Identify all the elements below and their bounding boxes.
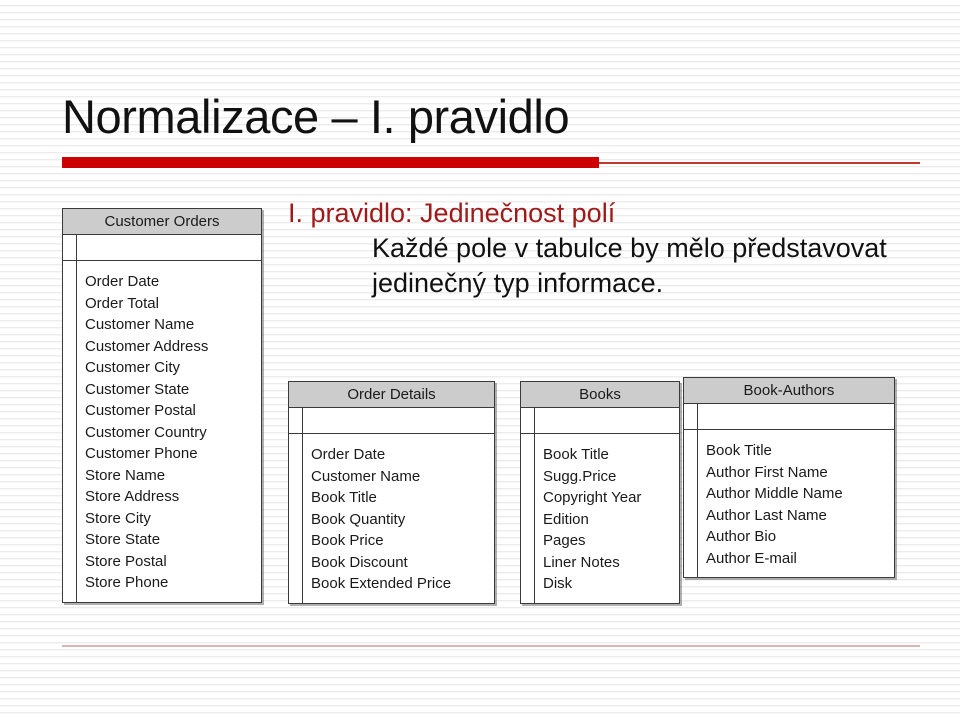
er-table-body: Book Title Sugg.Price Copyright Year Editio… [521,408,679,603]
page-title: Normalizace – I. pravidlo [62,90,570,143]
er-field: Author First Name [706,463,828,481]
er-key-row [303,408,494,434]
er-table-books: Books Book Title Sugg.Price Copyright Year… [520,381,680,604]
er-field: Edition [543,510,589,528]
rule-heading: I. pravidlo: Jedinečnost polí [288,198,616,228]
er-table-body: Order Date Order Total Customer Name Custom… [63,235,261,602]
er-field: Pages [543,532,586,549]
er-field: Book Title [543,446,609,463]
er-field: Book Title [311,489,377,506]
er-table-order-details: Order Details Order Date Customer Name Boo… [288,381,495,604]
er-key-row [77,235,261,261]
title-rule-thick [62,157,599,168]
er-field: Customer City [85,359,181,376]
er-field: Store Name [85,466,166,484]
er-key-column [684,430,698,577]
er-field: Store City [85,509,151,527]
er-field: Book Price [311,532,384,549]
er-table-customer-orders: Customer Orders Order Date Order Total Cus… [62,208,262,603]
er-key-column-cell [521,408,535,434]
er-field-list: Order Date Customer Name Book Title Book Qu… [303,434,451,603]
er-field: Disk [543,575,573,592]
er-field: Customer Name [85,316,195,333]
er-field: Book Quantity [311,510,406,528]
rule-description: Každé pole v tabulce by mělo představova… [372,233,887,298]
er-field: Customer Name [311,467,421,485]
er-key-column-cell [684,404,698,430]
er-field: Customer Phone [85,445,198,462]
er-table-title: Order Details [289,382,494,408]
er-field: Book Extended Price [311,575,452,592]
er-field: Author E-mail [706,549,797,567]
er-table-title: Customer Orders [63,209,261,235]
er-key-row [698,404,894,430]
er-field: Customer State [85,380,190,398]
er-field: Copyright Year [543,489,642,506]
er-field: Order Date [85,273,160,290]
footer-rule [62,645,920,647]
er-table-columns: Book Title Sugg.Price Copyright Year Editio… [521,408,679,603]
er-field: Book Discount [311,553,408,571]
er-field: Customer Country [85,423,207,441]
er-key-column [289,434,303,603]
er-field: Customer Address [85,337,209,355]
er-table-columns: Book Title Author First Name Author Middle… [684,404,894,577]
er-key-column-cell [289,408,303,434]
er-field: Book Title [706,442,772,459]
slide-canvas: Normalizace – I. pravidlo I. pravidlo: J… [0,0,960,717]
er-table-body: Book Title Author First Name Author Middle… [684,404,894,577]
er-key-column-cell [63,235,77,261]
er-field: Liner Notes [543,553,620,571]
er-table-body: Order Date Customer Name Book Title Book Qu… [289,408,494,603]
body-text-block: I. pravidlo: Jedinečnost polí Každé pole… [288,196,888,301]
er-field: Author Last Name [706,506,827,524]
er-field: Author Bio [706,528,777,545]
er-field: Store Postal [85,552,167,570]
er-field: Store Address [85,488,180,505]
er-field: Order Date [311,446,386,463]
er-field: Author Middle Name [706,485,843,502]
er-table-columns: Order Date Order Total Customer Name Custom… [63,235,261,602]
er-field: Order Total [85,294,159,312]
er-table-title: Books [521,382,679,408]
er-field: Sugg.Price [543,467,617,485]
er-field-list: Book Title Sugg.Price Copyright Year Editio… [535,434,641,603]
er-field-list: Book Title Author First Name Author Middle… [698,430,843,577]
er-table-book-authors: Book-Authors Book Title Author First Name… [683,377,895,578]
er-key-column [63,261,77,602]
er-field: Customer Postal [85,402,196,419]
er-key-row [535,408,679,434]
er-field: Store Phone [85,574,169,591]
er-table-columns: Order Date Customer Name Book Title Book Qu… [289,408,494,603]
er-key-column [521,434,535,603]
er-table-title: Book-Authors [684,378,894,404]
er-field-list: Order Date Order Total Customer Name Custom… [77,261,208,602]
er-field: Store State [85,531,161,548]
